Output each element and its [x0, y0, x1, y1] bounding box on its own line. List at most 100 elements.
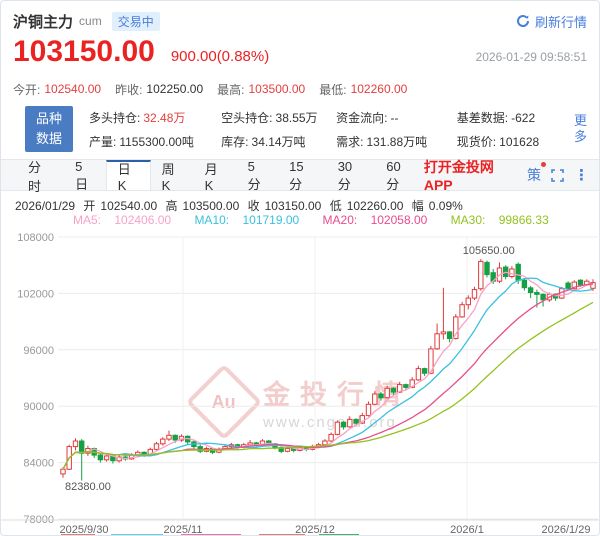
- prev-close-label: 昨收:: [115, 82, 143, 97]
- candle-body: [365, 403, 372, 417]
- tab-30min[interactable]: 30分: [327, 159, 376, 192]
- y-axis-tick-label: 90000: [23, 401, 54, 413]
- instrument-title: 沪铜主力: [13, 13, 74, 31]
- tab-60min[interactable]: 60分: [375, 159, 424, 192]
- day-low-value: 102260.00: [350, 82, 408, 96]
- tab-5min[interactable]: 5分: [237, 159, 279, 192]
- ohlc-stats-row: 今开: 102540.00 昨收: 102250.00 最高: 103500.0…: [1, 71, 599, 97]
- candle-body: [79, 440, 85, 454]
- candle-body: [60, 468, 66, 475]
- y-axis-tick-label: 102000: [17, 288, 54, 300]
- price-change: 900.00(0.88%): [170, 48, 270, 65]
- y-axis-tick-label: 84000: [23, 458, 54, 470]
- candle-body: [353, 418, 359, 424]
- candlestick-chart[interactable]: 108000102000960009000084000780002025/9/3…: [1, 227, 600, 536]
- kline-open-label: 开: [83, 199, 96, 213]
- short-position-cell: 空头持仓: 38.55万: [221, 110, 318, 125]
- kline-close: 103150.00: [264, 199, 322, 213]
- day-high-value: 103500.00: [248, 82, 306, 96]
- candle-body: [247, 442, 253, 446]
- kline-open: 102540.00: [100, 199, 158, 213]
- ma20-line: [62, 283, 594, 470]
- tab-daily-k[interactable]: 日K: [105, 160, 151, 193]
- candle-body: [540, 293, 546, 301]
- tab-monthly-k[interactable]: 月K: [194, 160, 237, 193]
- candle-body: [103, 455, 110, 461]
- candle-body: [334, 421, 341, 435]
- capital-flow-cell: 资金流向: --: [336, 110, 399, 125]
- candle-body: [378, 393, 384, 399]
- last-price: 103150.00: [13, 35, 155, 68]
- ma5-line: [62, 271, 594, 470]
- inventory-cell: 库存: 34.14万吨: [221, 134, 306, 149]
- candle-body: [166, 434, 172, 440]
- prev-close-value: 102250.00: [146, 82, 204, 96]
- candle-body: [440, 331, 447, 335]
- open-app-link[interactable]: 打开金投网APP: [424, 157, 517, 193]
- candle-body: [160, 438, 166, 445]
- x-axis-tick-label: 2026/1/29: [542, 524, 591, 536]
- tab-5day[interactable]: 5日: [64, 159, 106, 192]
- x-axis-tick-label: 2026/1: [450, 524, 484, 536]
- ma30-legend: MA30: 99866.33: [450, 213, 549, 227]
- candle-body: [322, 440, 328, 446]
- tab-weekly-k[interactable]: 周K: [151, 160, 194, 193]
- candle-body: [577, 279, 584, 286]
- today-open-value: 102540.00: [44, 82, 102, 96]
- candle-body: [478, 260, 484, 290]
- candle-body: [415, 368, 422, 381]
- header: 沪铜主力 cum 交易中 刷新行情 103150.00 900.00(0.88%…: [1, 1, 599, 71]
- today-open-label: 今开:: [13, 82, 41, 97]
- refresh-icon: [517, 15, 529, 27]
- fullscreen-icon[interactable]: [551, 168, 564, 182]
- candle-body: [434, 333, 440, 350]
- tab-minute[interactable]: 分时: [17, 160, 64, 194]
- kline-range-label: 幅: [411, 199, 424, 213]
- candle-body: [471, 289, 478, 299]
- demand-cell: 需求: 131.88万吨: [336, 134, 428, 149]
- candle-body: [347, 418, 353, 428]
- candle-body: [141, 451, 147, 455]
- kline-low: 102260.00: [346, 199, 404, 213]
- more-options-icon[interactable]: ⋮: [574, 166, 589, 184]
- chart-area: Au 金投行情 www.cngold.org 108000 102000 96000…: [1, 227, 600, 536]
- spot-price-cell: 现货价: 101628: [456, 134, 540, 149]
- instrument-symbol: cum: [79, 14, 102, 28]
- candle-body: [390, 387, 397, 393]
- candle-body: [527, 287, 534, 293]
- day-high-label: 最高:: [217, 82, 245, 97]
- tab-15min[interactable]: 15分: [278, 159, 327, 192]
- ma10-line: [62, 277, 594, 470]
- strategy-icon[interactable]: 策: [527, 162, 546, 185]
- ma-legend: MA5: 102406.00 MA10: 101719.00 MA20: 102…: [1, 212, 599, 227]
- kline-date: 2026/01/29: [15, 199, 76, 213]
- low-annotation: 82380.00: [65, 481, 111, 493]
- high-annotation: 105650.00: [463, 245, 515, 257]
- candle-body: [421, 368, 428, 374]
- candle-body: [534, 292, 540, 295]
- ma20-legend: MA20: 102058.00: [322, 213, 428, 227]
- candle-body: [403, 384, 409, 388]
- candle-body: [484, 261, 490, 276]
- trading-status-badge: 交易中: [111, 11, 160, 31]
- candle-body: [521, 279, 528, 289]
- refresh-quotes-button[interactable]: 刷新行情: [516, 12, 587, 31]
- ma10-legend: MA10: 101719.00: [194, 213, 300, 227]
- more-link[interactable]: 更多: [574, 113, 589, 145]
- ma5-legend: MA5: 102406.00: [73, 213, 172, 227]
- candle-body: [97, 454, 104, 461]
- chart-period-tabs: 分时 5日 日K 周K 月K 5分 15分 30分 60分 打开金投网APP 策…: [1, 157, 599, 194]
- y-axis-tick-label: 108000: [17, 232, 54, 244]
- kline-close-label: 收: [247, 199, 260, 213]
- refresh-label: 刷新行情: [534, 14, 587, 30]
- variety-data-title: 品种数据: [25, 106, 73, 152]
- candle-body: [340, 421, 347, 428]
- notification-dot: [541, 162, 546, 167]
- kline-low-label: 低: [329, 199, 342, 213]
- candle-body: [284, 448, 291, 452]
- candle-body: [446, 331, 453, 340]
- candle-body: [384, 387, 390, 399]
- variety-data-panel: 品种数据 多头持仓: 32.48万 空头持仓: 38.55万 资金流向: -- 基差数…: [1, 105, 599, 153]
- output-cell: 产量: 1155300.00吨: [89, 134, 194, 149]
- quote-timestamp: 2026-01-29 09:58:51: [475, 50, 587, 64]
